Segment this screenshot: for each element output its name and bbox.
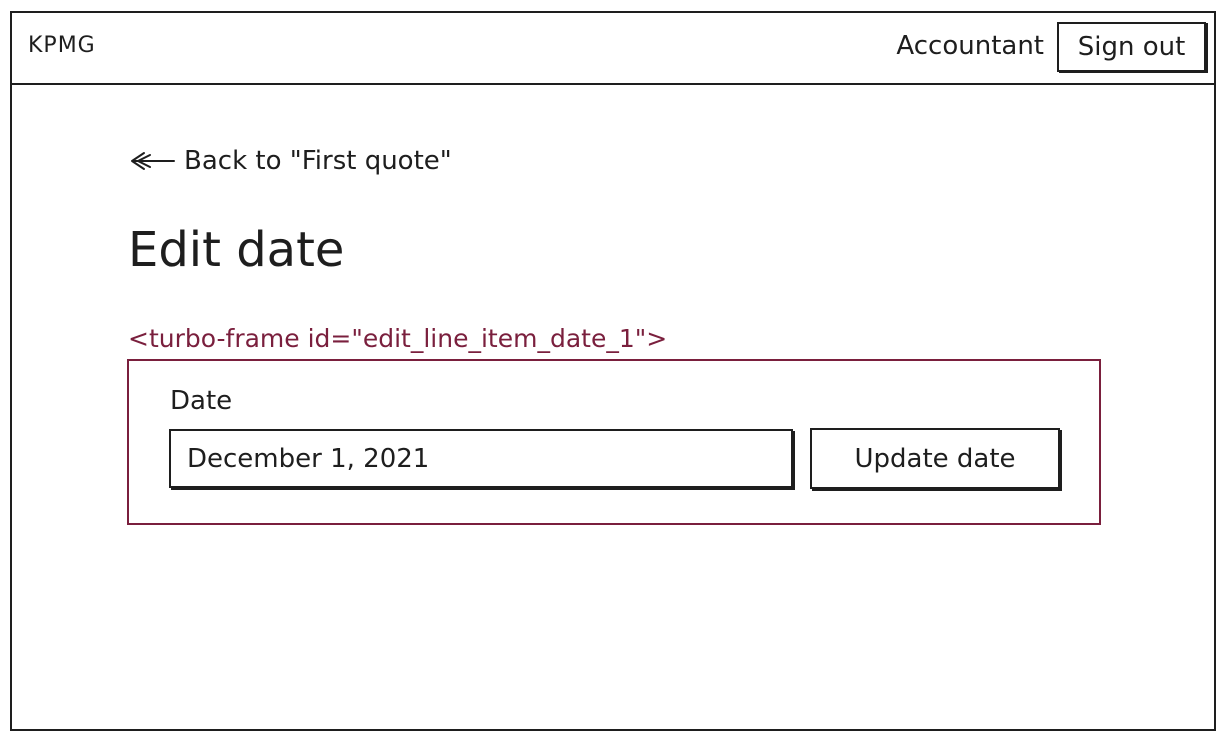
back-link-label: Back to "First quote" [184,146,452,176]
date-input[interactable] [169,429,793,488]
date-field-label: Date [170,386,233,416]
sign-out-button[interactable]: Sign out [1057,22,1206,72]
turbo-frame-tag-label: <turbo-frame id="edit_line_item_date_1"> [128,324,668,353]
page-title: Edit date [128,222,345,278]
top-navbar: KPMG Accountant Sign out [10,11,1216,85]
update-date-button[interactable]: Update date [810,428,1060,489]
user-role-label: Accountant [896,31,1044,61]
brand-logo[interactable]: KPMG [28,33,96,58]
arrow-left-icon [131,152,175,170]
back-link[interactable]: Back to "First quote" [130,146,452,176]
